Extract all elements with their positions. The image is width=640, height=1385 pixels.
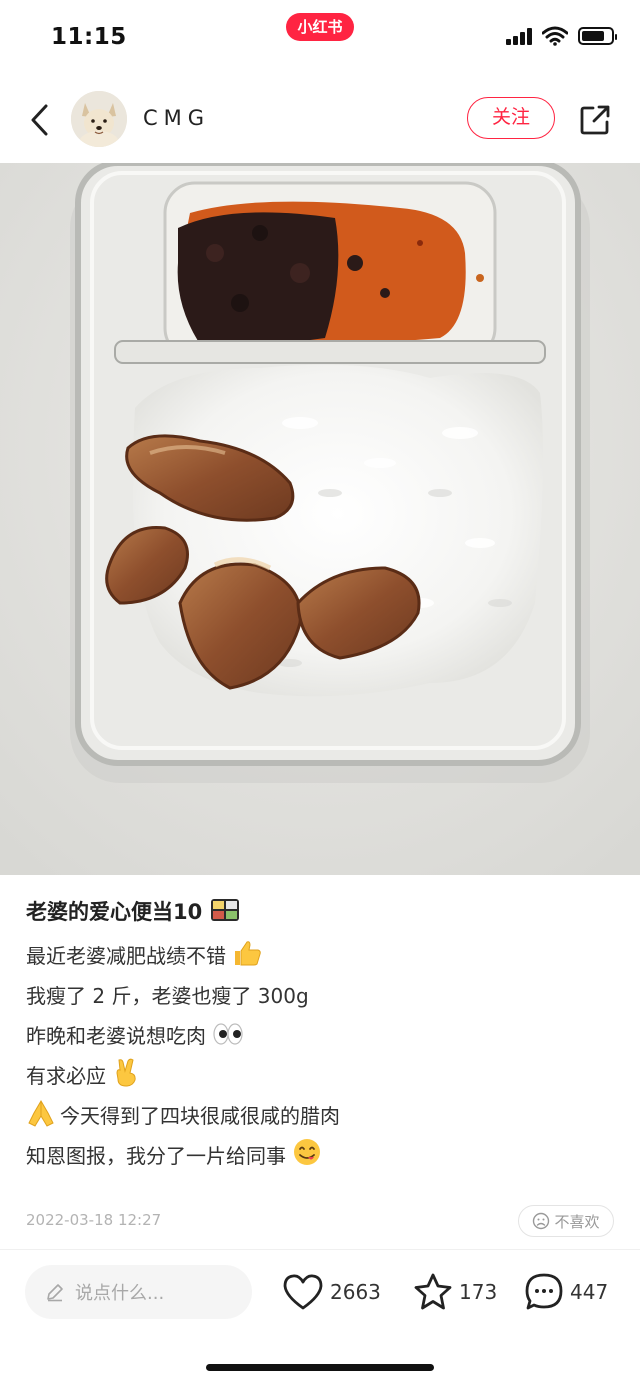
comment-button[interactable]: 447 bbox=[524, 1270, 608, 1314]
share-button[interactable] bbox=[576, 100, 614, 140]
collect-count: 173 bbox=[459, 1280, 498, 1304]
post-line-2: 我瘦了 2 斤，老婆也瘦了 300g bbox=[26, 984, 309, 1008]
author-name[interactable]: CMG bbox=[143, 106, 210, 130]
post-line-3-text: 昨晚和老婆说想吃肉 bbox=[26, 1024, 206, 1048]
like-button[interactable]: 2663 bbox=[282, 1270, 381, 1314]
cellular-signal-icon bbox=[506, 27, 532, 45]
sad-face-icon bbox=[533, 1212, 550, 1230]
post-line-1-text: 最近老婆减肥战绩不错 bbox=[26, 944, 226, 968]
post-line-1: 最近老婆减肥战绩不错 bbox=[26, 936, 616, 976]
post-title-text: 老婆的爱心便当10 bbox=[26, 900, 203, 924]
bottom-divider bbox=[0, 1249, 640, 1250]
dog-avatar-image bbox=[71, 91, 127, 147]
collect-button[interactable]: 173 bbox=[413, 1270, 497, 1314]
bento-icon bbox=[210, 899, 239, 921]
back-chevron-icon bbox=[31, 104, 48, 136]
app-name-badge: 小红书 bbox=[286, 13, 354, 41]
post-line-6: 知恩图报，我分了一片给同事 bbox=[26, 1136, 616, 1176]
post-header: CMG 关注 bbox=[0, 80, 640, 162]
like-count: 2663 bbox=[330, 1280, 381, 1304]
post-line-5: 今天得到了四块很咸很咸的腊肉 bbox=[26, 1096, 616, 1136]
comment-input[interactable]: 说点什么... bbox=[25, 1265, 252, 1319]
comment-placeholder: 说点什么... bbox=[75, 1283, 165, 1304]
status-time: 11:15 bbox=[51, 24, 127, 50]
dislike-label: 不喜欢 bbox=[554, 1212, 600, 1231]
folded-hands-icon bbox=[28, 1100, 54, 1127]
post-line-4-text: 有求必应 bbox=[26, 1064, 113, 1088]
star-icon bbox=[414, 1273, 452, 1310]
post-line-5-text: 今天得到了四块很咸很咸的腊肉 bbox=[60, 1104, 340, 1128]
status-bar: 11:15 小红书 bbox=[0, 0, 640, 80]
system-icons bbox=[506, 26, 617, 46]
share-icon bbox=[580, 105, 610, 135]
post-line-4: 有求必应 bbox=[26, 1056, 616, 1096]
dislike-button[interactable]: 不喜欢 bbox=[518, 1205, 614, 1237]
avatar[interactable] bbox=[71, 91, 127, 147]
post-title: 老婆的爱心便当10 bbox=[26, 896, 616, 928]
victory-hand-icon bbox=[116, 1058, 136, 1087]
heart-icon bbox=[283, 1274, 323, 1310]
yum-face-icon bbox=[294, 1139, 321, 1165]
post-date: 2022-03-18 12:27 bbox=[26, 1211, 162, 1229]
post-photo[interactable] bbox=[0, 163, 640, 875]
wifi-icon bbox=[542, 26, 568, 46]
lunchbox-food-image bbox=[0, 163, 640, 875]
battery-icon bbox=[578, 27, 617, 45]
follow-button[interactable]: 关注 bbox=[467, 97, 555, 139]
thumbs-up-icon bbox=[235, 941, 262, 966]
pencil-icon bbox=[47, 1284, 63, 1302]
post-content: 老婆的爱心便当10 最近老婆减肥战绩不错 我瘦了 2 斤，老婆也瘦了 300g … bbox=[26, 896, 616, 1176]
eyes-icon bbox=[213, 1023, 243, 1045]
home-indicator[interactable] bbox=[206, 1364, 434, 1371]
comment-bubble-icon bbox=[525, 1273, 563, 1310]
post-line-3: 昨晚和老婆说想吃肉 bbox=[26, 1016, 616, 1056]
back-button[interactable] bbox=[22, 100, 58, 140]
battery-level bbox=[582, 31, 605, 41]
comment-count: 447 bbox=[570, 1280, 609, 1304]
post-line-6-text: 知恩图报，我分了一片给同事 bbox=[26, 1144, 286, 1168]
